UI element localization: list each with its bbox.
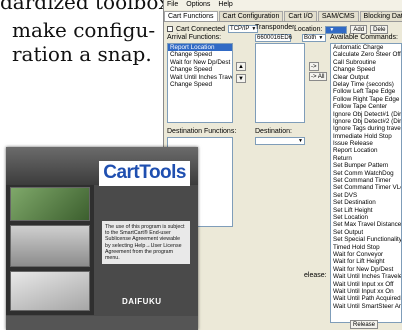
both-value: Both (304, 35, 317, 41)
tab-cart-io[interactable]: Cart I/O (284, 11, 317, 21)
transponder-value: 6600016ED6 (257, 35, 293, 41)
list-item[interactable]: Wait for New Dp/Dest (331, 266, 401, 273)
list-item[interactable]: Ignore Obj Detect#2 (Dir15) (331, 118, 401, 125)
license-notice: The use of this program is subject to th… (102, 221, 190, 265)
product-photos (6, 185, 94, 315)
list-item[interactable]: Ignore Obj Detect#1 (Dir3) (331, 111, 401, 118)
list-item[interactable]: Wait Until Input xx On (331, 288, 401, 295)
list-item[interactable]: Wait Until SmartSteer Angle (331, 303, 401, 310)
chevron-down-icon: ▼ (298, 138, 303, 144)
daifuku-logo: DAIFUKU (122, 297, 162, 306)
list-item[interactable]: Set Bumper Pattern (331, 162, 401, 169)
splash-screen: CartTools The use of this program is sub… (6, 147, 198, 330)
location-select[interactable]: ▼ (325, 25, 348, 34)
arrival-functions-label: Arrival Functions: (167, 34, 222, 41)
article-line-2: ration a snap. (12, 42, 152, 66)
location-label: Location: (294, 26, 323, 33)
list-item[interactable]: Ignore Tags during travel (331, 125, 401, 132)
cart-photo (10, 187, 90, 221)
both-select[interactable]: Both ▼ (302, 34, 326, 42)
list-item[interactable]: Wait for Lift Height (331, 258, 401, 265)
tab-blocking-database[interactable]: Blocking Database (359, 11, 402, 21)
list-item[interactable]: Wait Until Inches Traveled (168, 74, 232, 81)
list-item[interactable]: Set Command Timer VLoc (331, 184, 401, 191)
chevron-down-icon: ▼ (318, 35, 324, 41)
list-item[interactable]: Return (331, 155, 401, 162)
list-item[interactable]: Wait Until Input xx Off (331, 281, 401, 288)
list-item[interactable]: Set Command Timer (331, 177, 401, 184)
list-item[interactable]: Set Destination (331, 199, 401, 206)
list-item[interactable]: Set Output (331, 229, 401, 236)
transponder-select[interactable]: 6600016ED6 (255, 34, 293, 42)
arrival-functions-list[interactable]: Report Location Change Speed Wait for Ne… (167, 43, 233, 123)
destination-functions-label: Destination Functions: (167, 128, 237, 135)
chevron-down-icon: ▼ (329, 26, 335, 33)
add-button[interactable]: Add (350, 25, 368, 34)
list-item[interactable]: Wait Until Inches Traveled (331, 273, 401, 280)
cart-connected-label: Cart Connected (176, 25, 226, 33)
list-item[interactable]: Call Subroutine (331, 59, 401, 66)
list-item[interactable]: Change Speed (168, 51, 232, 58)
list-item[interactable]: Follow Tape Center (331, 103, 401, 110)
list-item[interactable]: Change Speed (168, 66, 232, 73)
tab-sam-cms[interactable]: SAM/CMS (317, 11, 359, 21)
menu-file[interactable]: File (167, 1, 178, 9)
destination-select[interactable]: ▼ (255, 137, 305, 145)
add-all-button[interactable]: -> All (309, 72, 327, 81)
menu-help[interactable]: Help (218, 1, 232, 9)
move-down-button[interactable]: ▼ (236, 74, 246, 83)
available-commands-list[interactable]: Automatic Charge Calculate Zero Steer Off… (330, 43, 402, 323)
location-row: Location: ▼ Add Dele (294, 25, 389, 34)
list-item[interactable]: Report Location (331, 147, 401, 154)
protocol-select[interactable]: TCP/IP ▼ (228, 25, 259, 33)
list-item[interactable]: Issue Release (331, 140, 401, 147)
cart-connected-checkbox[interactable] (167, 26, 173, 32)
list-item[interactable]: Set DVS (331, 192, 401, 199)
splash-header: CartTools (6, 147, 198, 186)
list-item[interactable]: Follow Right Tape Edge (331, 96, 401, 103)
list-item[interactable]: Delay Time (seconds) (331, 81, 401, 88)
parameter-panel (255, 43, 305, 123)
list-item[interactable]: Wait for New Dp/Dest (168, 59, 232, 66)
list-item[interactable]: Set Comm WatchDog (331, 170, 401, 177)
transponder-label: Transponder: (255, 24, 297, 31)
list-item[interactable]: Set Location (331, 214, 401, 221)
tab-strip: Cart Functions Cart Configuration Cart I… (164, 11, 402, 22)
list-item[interactable]: Set Lift Height (331, 207, 401, 214)
list-item[interactable]: Calculate Zero Steer Offset (331, 51, 401, 58)
carttools-logo: CartTools (99, 161, 190, 186)
add-command-button[interactable]: -> (309, 62, 319, 71)
cart-photo (10, 225, 90, 267)
menu-options[interactable]: Options (186, 1, 210, 9)
list-item[interactable]: Change Speed (331, 66, 401, 73)
list-item[interactable]: Clear Output (331, 74, 401, 81)
release-field-label: elease: (304, 272, 327, 279)
tab-cart-functions[interactable]: Cart Functions (164, 11, 218, 21)
list-item[interactable]: Report Location (168, 44, 232, 52)
destination-label: Destination: (255, 128, 292, 135)
list-item[interactable]: Immediate Hold Stop (331, 133, 401, 140)
cart-photo (10, 271, 90, 311)
tab-cart-configuration[interactable]: Cart Configuration (218, 11, 284, 21)
delete-button[interactable]: Dele (370, 25, 389, 34)
list-item[interactable]: Change Speed (168, 81, 232, 88)
release-button[interactable]: Release (350, 320, 379, 329)
list-item[interactable]: Wait for Conveyor (331, 251, 401, 258)
carttools-window: File Options Help Cart Functions Cart Co… (163, 0, 402, 330)
list-item[interactable]: Set Max Travel Distance (331, 221, 401, 228)
list-item[interactable]: Automatic Charge (331, 44, 401, 51)
protocol-value: TCP/IP (230, 26, 250, 32)
move-up-button[interactable]: ▲ (236, 62, 246, 71)
list-item[interactable]: Set Special Functionality (331, 236, 401, 243)
menu-bar: File Options Help (164, 0, 402, 10)
splash-footer (6, 316, 198, 330)
connection-row: Cart Connected TCP/IP ▼ (167, 25, 259, 33)
list-item[interactable]: Timed Hold Stop (331, 244, 401, 251)
available-commands-label: Available Commands: (330, 34, 398, 41)
list-item[interactable]: Wait Until Path Acquired (331, 295, 401, 302)
article-line-1: make configu- (12, 18, 156, 42)
list-item[interactable]: Follow Left Tape Edge (331, 88, 401, 95)
